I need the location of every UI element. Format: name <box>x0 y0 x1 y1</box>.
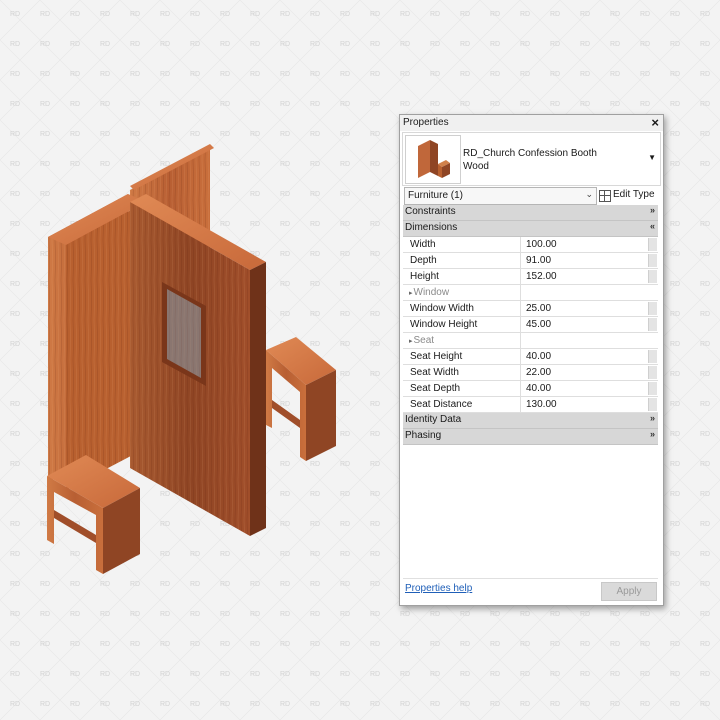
parameter-value[interactable]: 40.00 <box>526 381 551 396</box>
parameter-subgroup[interactable]: ▸Seat <box>403 333 658 349</box>
expand-triangle-icon[interactable]: ▸ <box>409 338 413 345</box>
parameter-value[interactable]: 100.00 <box>526 237 557 252</box>
dimension-rows: Width 100.00 Depth 91.00 Height 152.00 ▸Window… <box>403 237 658 413</box>
parameter-row[interactable]: Window Height 45.00 <box>403 317 658 333</box>
properties-title-bar: Properties × <box>400 115 663 131</box>
parameter-label: Width <box>410 239 436 250</box>
parameter-name: Seat Distance <box>403 397 521 412</box>
parameter-label: Seat Distance <box>410 399 473 410</box>
parameter-row[interactable]: Seat Width 22.00 <box>403 365 658 381</box>
associate-parameter-button[interactable] <box>648 238 657 251</box>
parameter-name: ▸Window <box>403 285 521 300</box>
edit-type-label: Edit Type <box>613 189 655 200</box>
parameter-name: Window Width <box>403 301 521 316</box>
parameter-value[interactable]: 40.00 <box>526 349 551 364</box>
parameter-name: ▸Seat <box>403 333 521 348</box>
type-dropdown-icon[interactable]: ▼ <box>648 153 656 162</box>
parameter-name: Width <box>403 237 521 252</box>
parameter-label: Height <box>410 271 439 282</box>
parameter-label: Window <box>413 287 450 298</box>
associate-parameter-button[interactable] <box>648 318 657 331</box>
chevron-down-icon[interactable]: ⌄ <box>585 189 593 200</box>
group-constraints[interactable]: Constraints » <box>403 205 658 221</box>
expand-icon[interactable]: » <box>650 205 655 215</box>
parameter-label: Seat Height <box>410 351 463 362</box>
parameter-name: Seat Height <box>403 349 521 364</box>
parameter-name: Height <box>403 269 521 284</box>
front-wall <box>130 194 266 536</box>
group-label: Dimensions <box>405 222 458 233</box>
parameter-value[interactable]: 130.00 <box>526 397 557 412</box>
expand-triangle-icon[interactable]: ▸ <box>409 290 413 297</box>
parameter-subgroup[interactable]: ▸Window <box>403 285 658 301</box>
associate-parameter-button[interactable] <box>648 366 657 379</box>
associate-parameter-button[interactable] <box>648 302 657 315</box>
family-thumbnail <box>405 135 461 184</box>
type-name: RD_Church Confession Booth Wood <box>463 147 597 173</box>
right-seat <box>266 337 336 461</box>
group-label: Phasing <box>405 430 442 441</box>
parameter-row[interactable]: Width 100.00 <box>403 237 658 253</box>
instance-filter-select[interactable]: Furniture (1) ⌄ <box>404 187 597 205</box>
parameter-name: Window Height <box>403 317 521 332</box>
associate-parameter-button[interactable] <box>648 254 657 267</box>
type-selector[interactable]: RD_Church Confession Booth Wood ▼ <box>402 132 661 186</box>
parameter-value[interactable]: 45.00 <box>526 317 551 332</box>
parameter-label: Depth <box>410 255 437 266</box>
associate-parameter-button[interactable] <box>648 398 657 411</box>
group-label: Constraints <box>405 206 456 217</box>
parameter-label: Seat Depth <box>410 383 461 394</box>
divider <box>403 578 658 579</box>
parameter-row[interactable]: Window Width 25.00 <box>403 301 658 317</box>
edit-type-icon <box>599 190 611 202</box>
group-dimensions[interactable]: Dimensions « <box>403 221 658 237</box>
properties-panel: Properties × RD_Church Confession Booth … <box>399 114 664 606</box>
properties-help-link[interactable]: Properties help <box>405 583 472 594</box>
associate-parameter-button[interactable] <box>648 382 657 395</box>
expand-icon[interactable]: » <box>650 413 655 423</box>
collapse-icon[interactable]: « <box>650 221 655 231</box>
parameter-value[interactable]: 91.00 <box>526 253 551 268</box>
parameter-name: Seat Width <box>403 365 521 380</box>
parameter-label: Window Height <box>410 319 478 330</box>
associate-parameter-button[interactable] <box>648 270 657 283</box>
booth-thumbnail-icon <box>418 140 450 178</box>
group-phasing[interactable]: Phasing » <box>403 429 658 445</box>
instance-filter-label: Furniture (1) <box>408 190 464 201</box>
parameter-name: Seat Depth <box>403 381 521 396</box>
type-name-line2: Wood <box>463 161 489 172</box>
close-icon[interactable]: × <box>651 115 659 130</box>
parameter-value[interactable]: 25.00 <box>526 301 551 316</box>
parameter-label: Window Width <box>410 303 474 314</box>
parameter-row[interactable]: Seat Depth 40.00 <box>403 381 658 397</box>
properties-grid: Constraints » Dimensions « Width 100.00 De… <box>403 205 658 445</box>
associate-parameter-button[interactable] <box>648 350 657 363</box>
group-identity-data[interactable]: Identity Data » <box>403 413 658 429</box>
parameter-value[interactable]: 22.00 <box>526 365 551 380</box>
properties-title: Properties <box>403 117 449 128</box>
group-label: Identity Data <box>405 414 462 425</box>
left-seat <box>47 455 140 574</box>
expand-icon[interactable]: » <box>650 429 655 439</box>
parameter-row[interactable]: Height 152.00 <box>403 269 658 285</box>
type-name-line1: RD_Church Confession Booth <box>463 148 597 159</box>
parameter-value[interactable]: 152.00 <box>526 269 557 284</box>
apply-button[interactable]: Apply <box>601 582 657 601</box>
parameter-row[interactable]: Seat Height 40.00 <box>403 349 658 365</box>
parameter-name: Depth <box>403 253 521 268</box>
parameter-row[interactable]: Depth 91.00 <box>403 253 658 269</box>
parameter-label: Seat <box>413 335 435 346</box>
parameter-label: Seat Width <box>410 367 459 378</box>
parameter-row[interactable]: Seat Distance 130.00 <box>403 397 658 413</box>
